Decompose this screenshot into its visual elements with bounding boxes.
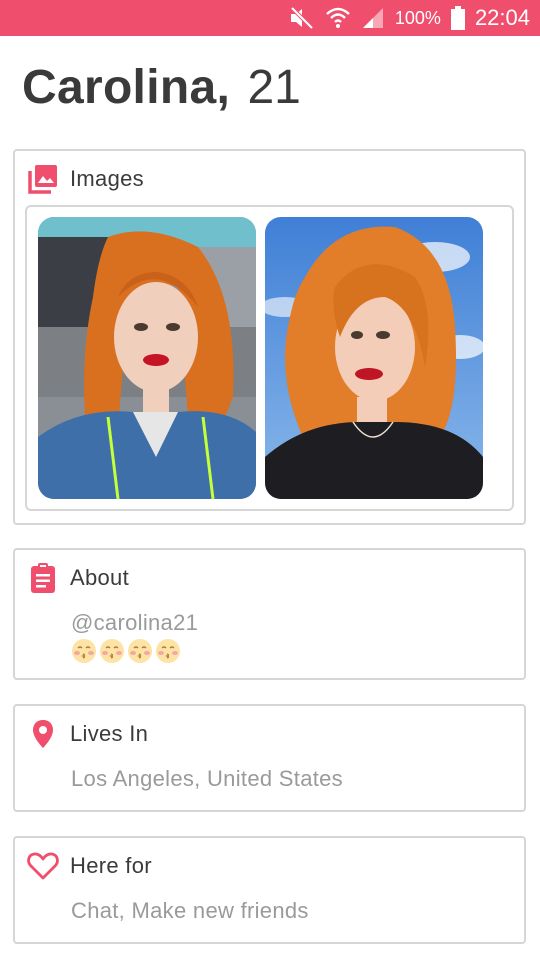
here-for-card: Here for Chat, Make new friends	[13, 836, 526, 944]
here-for-value: Chat, Make new friends	[71, 898, 309, 923]
profile-photo-1[interactable]	[38, 217, 256, 499]
kissing-face-emoji	[128, 639, 152, 663]
about-label: About	[70, 565, 129, 590]
mute-icon	[289, 7, 315, 29]
profile-age: 21	[247, 61, 301, 114]
images-label: Images	[70, 166, 144, 191]
profile-name: Carolina,	[22, 61, 231, 114]
battery-percent: 100%	[394, 7, 441, 28]
profile-photo-2[interactable]	[265, 217, 483, 499]
about-handle: @carolina21	[71, 610, 199, 635]
clock: 22:04	[474, 5, 530, 30]
images-gallery	[25, 205, 514, 511]
clipboard-icon	[27, 562, 59, 594]
heart-icon	[27, 850, 59, 882]
kissing-face-emoji	[156, 639, 180, 663]
image-icon	[27, 163, 59, 195]
location-pin-icon	[27, 718, 59, 750]
about-header: About	[27, 562, 129, 594]
images-header: Images	[27, 163, 144, 195]
kissing-face-emoji	[72, 639, 96, 663]
about-content: @carolina21	[71, 610, 198, 664]
lives-in-header: Lives In	[27, 718, 148, 750]
wifi-icon	[325, 6, 351, 30]
signal-icon	[361, 7, 385, 29]
profile-title: Carolina, 21	[22, 58, 301, 118]
status-bar: 100% 22:04	[0, 0, 540, 36]
lives-in-card: Lives In Los Angeles, United States	[13, 704, 526, 812]
battery-icon	[450, 6, 465, 30]
here-for-header: Here for	[27, 850, 152, 882]
lives-in-label: Lives In	[70, 721, 149, 746]
here-for-label: Here for	[70, 853, 152, 878]
about-card: About @carolina21	[13, 548, 526, 680]
kissing-face-emoji	[100, 639, 124, 663]
images-card: Images	[13, 149, 526, 525]
about-emojis	[71, 638, 198, 664]
lives-in-value: Los Angeles, United States	[71, 766, 343, 791]
